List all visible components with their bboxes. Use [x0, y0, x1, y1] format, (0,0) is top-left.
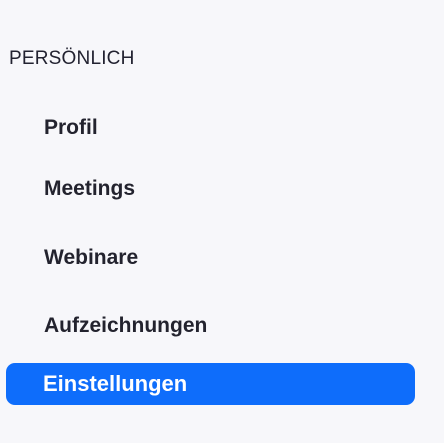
sidebar-item-webinars[interactable]: Webinare [0, 238, 444, 278]
sidebar-item-settings[interactable]: Einstellungen [6, 363, 415, 405]
sidebar-item-recordings[interactable]: Aufzeichnungen [0, 306, 444, 346]
sidebar-nav: PERSÖNLICH Profil Meetings Webinare Aufz… [0, 0, 444, 443]
sidebar-item-meetings[interactable]: Meetings [0, 169, 444, 209]
sidebar-item-profile[interactable]: Profil [0, 108, 444, 148]
section-heading-personal: PERSÖNLICH [9, 48, 135, 69]
